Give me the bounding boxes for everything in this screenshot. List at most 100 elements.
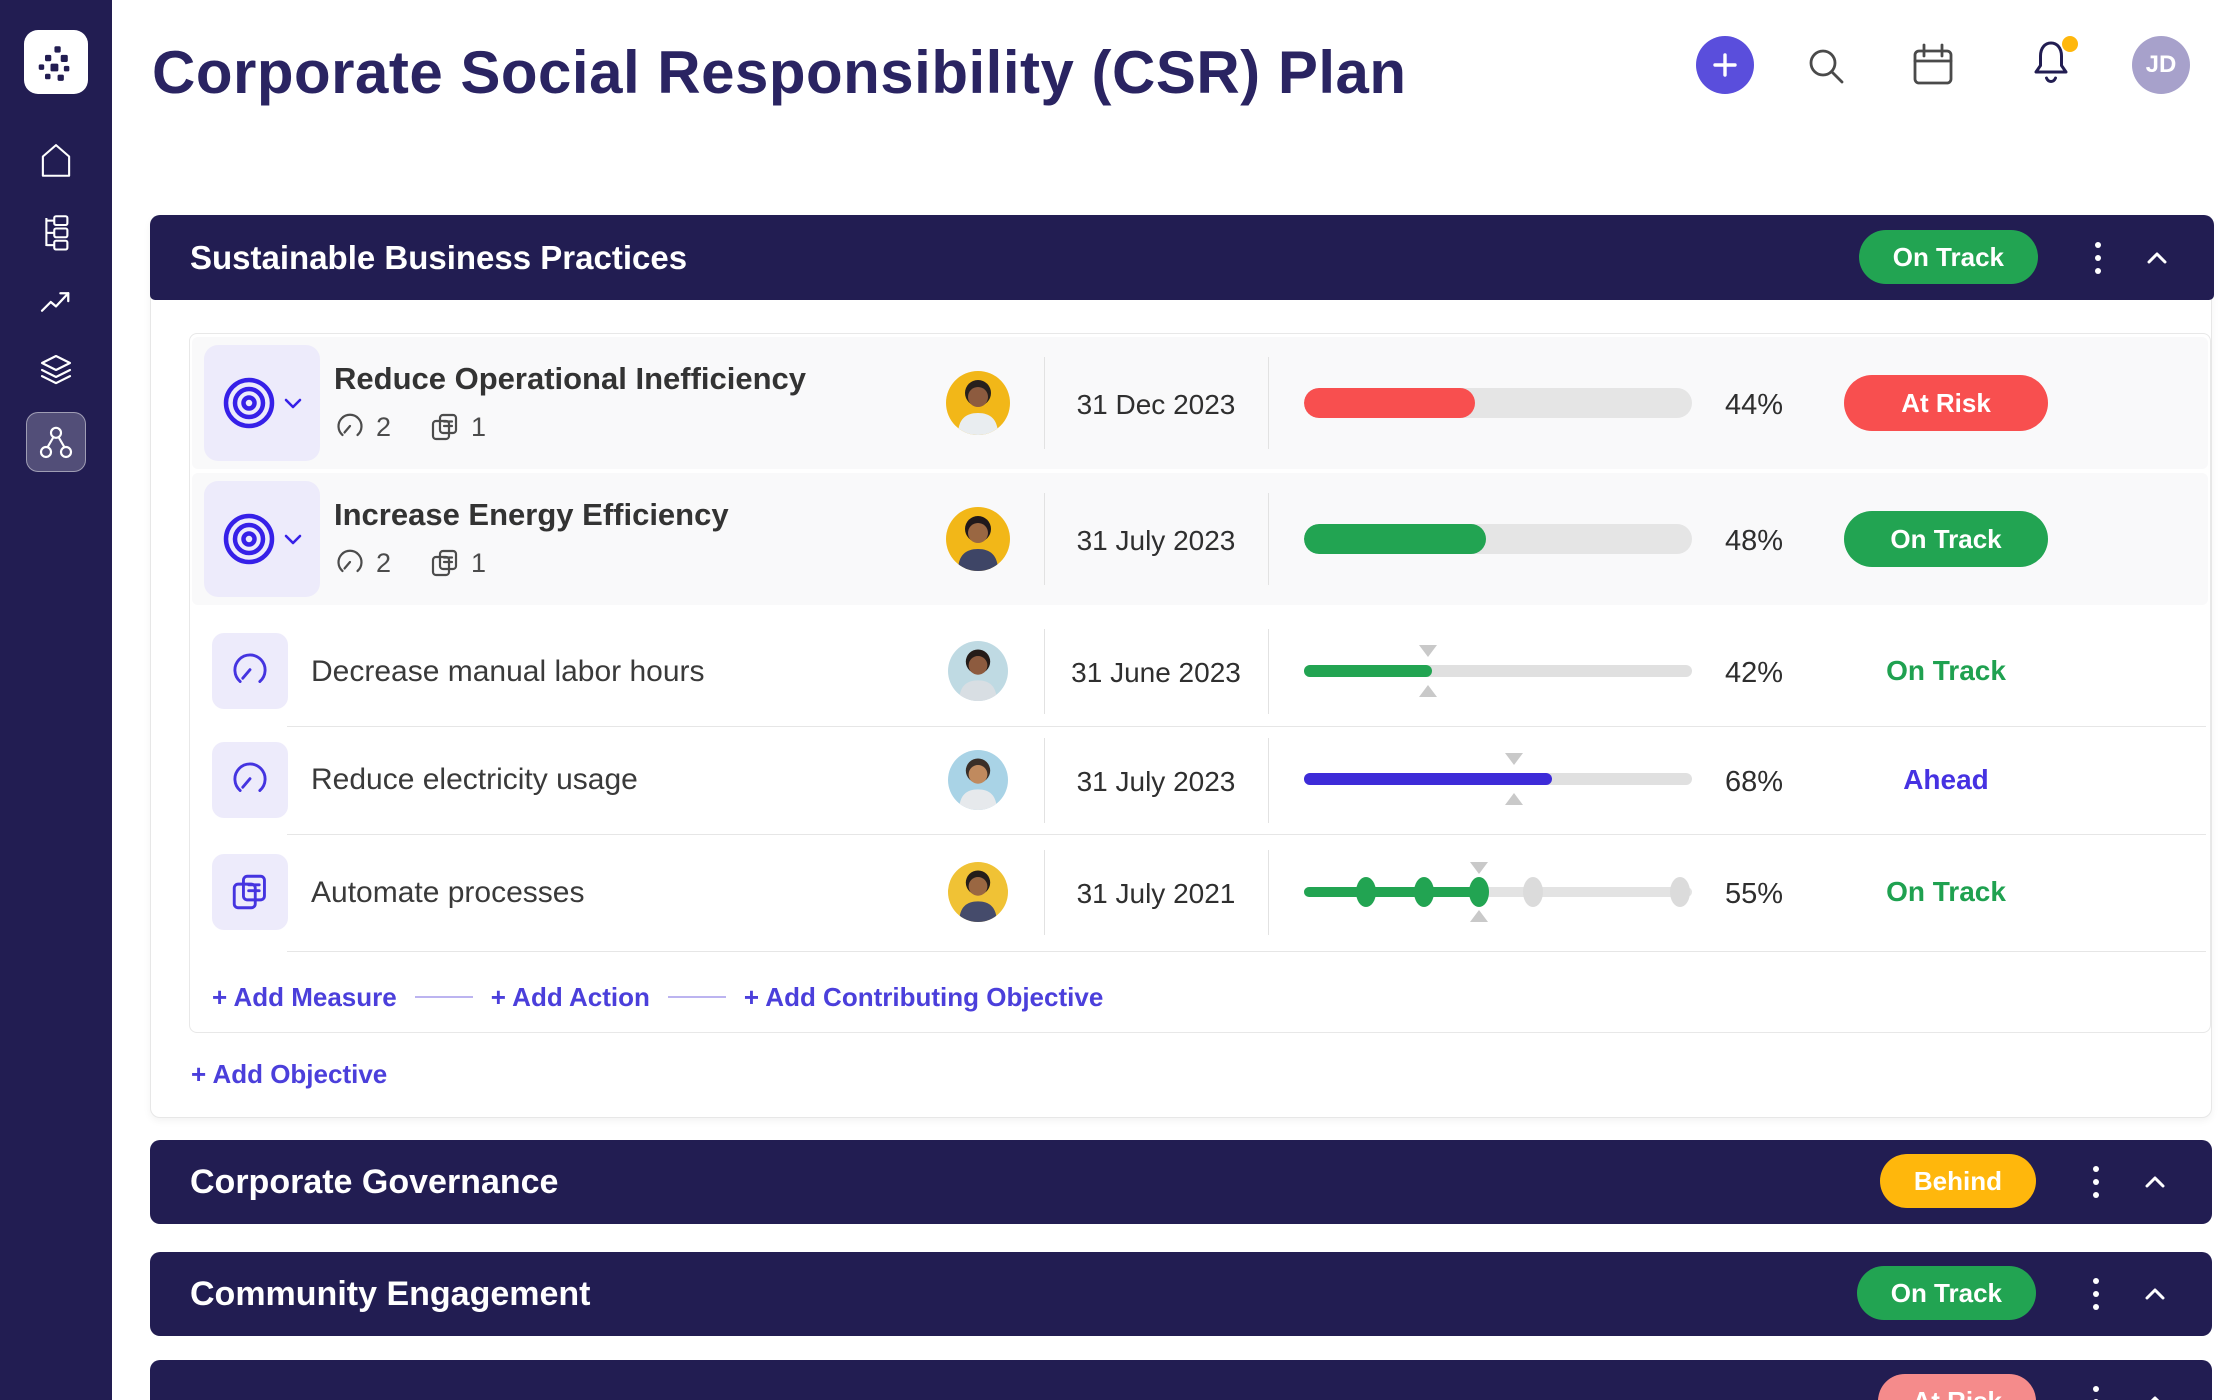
milestone-progress-bar — [1304, 862, 1692, 922]
divider — [1268, 629, 1269, 714]
milestone-dot — [1670, 877, 1691, 907]
link-divider — [414, 996, 473, 998]
status-text: On Track — [1886, 655, 2006, 686]
layers-icon — [40, 354, 72, 385]
objective-expand-toggle[interactable] — [204, 481, 320, 597]
section-title: Sustainable Business Practices — [190, 238, 688, 276]
status-text: On Track — [1886, 876, 2006, 907]
person-photo — [958, 380, 998, 435]
section-partial[interactable]: At Risk — [150, 1360, 2212, 1400]
due-date: 31 Dec 2023 — [1076, 389, 1236, 420]
owner-avatar — [948, 862, 1008, 922]
owner-avatar — [948, 750, 1008, 810]
network-icon — [39, 426, 73, 459]
calendar-button[interactable] — [1908, 40, 1958, 90]
objective-row: Increase Energy Efficiency 2 1 31 July 2… — [192, 473, 2208, 605]
status-badge: On Track — [1844, 511, 2048, 567]
action-count: 1 — [471, 411, 487, 442]
search-button[interactable] — [1803, 43, 1849, 89]
sidebar-item-performance[interactable] — [0, 270, 112, 334]
status-badge: At Risk — [1878, 1374, 2036, 1400]
divider — [1044, 357, 1045, 449]
notifications-button[interactable] — [2026, 36, 2078, 88]
calendar-icon — [1913, 43, 1953, 85]
link-divider — [667, 996, 726, 998]
measure-count: 2 — [376, 547, 392, 578]
measure-tile[interactable] — [212, 742, 288, 818]
status-badge: Behind — [1879, 1154, 2036, 1208]
progress-bar — [1304, 524, 1692, 554]
divider — [1044, 629, 1045, 714]
progress-percent: 42% — [1724, 657, 1784, 689]
add-links-row: + Add Measure + Add Action + Add Contrib… — [212, 974, 1103, 1020]
due-date: 31 July 2023 — [1076, 525, 1236, 556]
row-separator — [287, 951, 2206, 952]
objectives-panel: Reduce Operational Inefficiency 2 1 31 D… — [189, 333, 2211, 1033]
target-icon — [223, 377, 275, 429]
chevron-up-icon[interactable] — [2142, 1169, 2168, 1195]
action-title: Automate processes — [311, 875, 585, 909]
add-contributing-objective-link[interactable]: + Add Contributing Objective — [744, 982, 1103, 1013]
milestone-dot — [1522, 877, 1543, 907]
progress-slider — [1304, 645, 1692, 697]
section-community-engagement[interactable]: Community Engagement On Track — [150, 1252, 2212, 1336]
progress-percent: 68% — [1724, 766, 1784, 798]
due-date: 31 July 2021 — [1076, 878, 1236, 909]
section-title: Community Engagement — [190, 1274, 591, 1313]
divider — [1044, 738, 1045, 823]
plus-icon — [1713, 53, 1737, 77]
divider — [1268, 850, 1269, 935]
measure-tile[interactable] — [212, 633, 288, 709]
gauge-icon — [233, 653, 267, 683]
divider — [1268, 493, 1269, 585]
kebab-menu-icon[interactable] — [2084, 1379, 2108, 1400]
measure-title: Reduce electricity usage — [311, 763, 638, 796]
app-logo[interactable] — [24, 30, 88, 94]
section-corporate-governance[interactable]: Corporate Governance Behind — [150, 1140, 2212, 1224]
objective-meta: 2 1 — [334, 547, 486, 579]
add-measure-link[interactable]: + Add Measure — [212, 982, 397, 1013]
section-title: Corporate Governance — [190, 1162, 559, 1201]
logo-dots-icon — [38, 46, 70, 81]
status-badge: At Risk — [1844, 375, 2048, 431]
chevron-down-icon — [284, 398, 302, 409]
kebab-menu-icon[interactable] — [2086, 235, 2110, 280]
status-badge: On Track — [1856, 1266, 2036, 1320]
sidebar-item-home[interactable] — [0, 128, 112, 192]
add-objective-link[interactable]: + Add Objective — [191, 1059, 387, 1090]
chevron-up-icon[interactable] — [2142, 1389, 2168, 1400]
chevron-up-icon[interactable] — [2144, 245, 2170, 271]
actions-icon — [431, 413, 458, 441]
measure-title: Decrease manual labor hours — [311, 654, 705, 688]
objective-expand-toggle[interactable] — [204, 345, 320, 461]
kebab-menu-icon[interactable] — [2084, 1159, 2108, 1204]
csr-plan-page: Corporate Social Responsibility (CSR) Pl… — [0, 0, 2230, 1400]
divider — [1268, 357, 1269, 449]
add-button[interactable] — [1696, 36, 1754, 94]
objective-title: Reduce Operational Inefficiency — [334, 361, 807, 396]
objective-title: Increase Energy Efficiency — [334, 497, 729, 532]
progress-bar — [1304, 388, 1692, 418]
person-photo — [959, 870, 997, 922]
add-action-link[interactable]: + Add Action — [491, 982, 650, 1013]
sidebar-item-layers[interactable] — [0, 338, 112, 402]
home-icon — [41, 144, 71, 177]
progress-slider — [1304, 753, 1692, 805]
action-tile[interactable] — [212, 854, 288, 930]
person-photo — [958, 516, 998, 571]
chevron-up-icon[interactable] — [2142, 1281, 2168, 1307]
target-icon — [223, 513, 275, 565]
milestone-dot — [1356, 877, 1377, 907]
sidebar-item-plans-active[interactable] — [26, 412, 86, 472]
measure-count: 2 — [376, 411, 392, 442]
kebab-menu-icon[interactable] — [2084, 1271, 2108, 1316]
status-badge: On Track — [1858, 230, 2038, 284]
owner-avatar — [946, 371, 1010, 435]
progress-percent: 55% — [1724, 878, 1784, 910]
sidebar-item-hierarchy[interactable] — [0, 200, 112, 264]
milestone-dot — [1414, 877, 1435, 907]
user-avatar[interactable]: JD — [2132, 36, 2190, 94]
gauge-icon — [233, 762, 267, 792]
trend-up-icon — [40, 292, 70, 312]
section-header[interactable]: Sustainable Business Practices On Track — [150, 215, 2214, 300]
